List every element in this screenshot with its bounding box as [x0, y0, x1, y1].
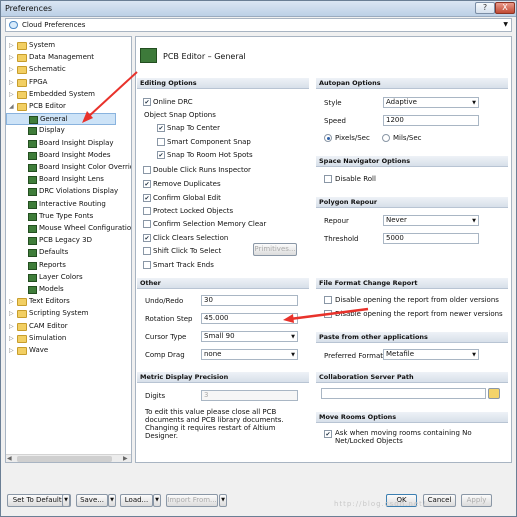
- arrowhead-rotation-step: [283, 314, 294, 323]
- load-button[interactable]: Load...: [120, 494, 153, 507]
- watermark: http://blog.csdn.net/: [334, 500, 427, 508]
- cancel-button[interactable]: Cancel: [423, 494, 456, 507]
- annotation-arrows: [82, 71, 369, 323]
- arrow-to-rotation-step: [289, 307, 369, 321]
- save-dropdown-icon[interactable]: ▼: [108, 494, 116, 507]
- set-defaults-dropdown-icon[interactable]: ▼: [62, 494, 70, 507]
- import-dropdown-icon[interactable]: ▼: [219, 494, 227, 507]
- load-dropdown-icon[interactable]: ▼: [153, 494, 161, 507]
- apply-button[interactable]: Apply: [461, 494, 492, 507]
- arrow-to-general: [87, 71, 138, 118]
- save-button[interactable]: Save...: [76, 494, 108, 507]
- import-from-button[interactable]: Import From...: [166, 494, 218, 507]
